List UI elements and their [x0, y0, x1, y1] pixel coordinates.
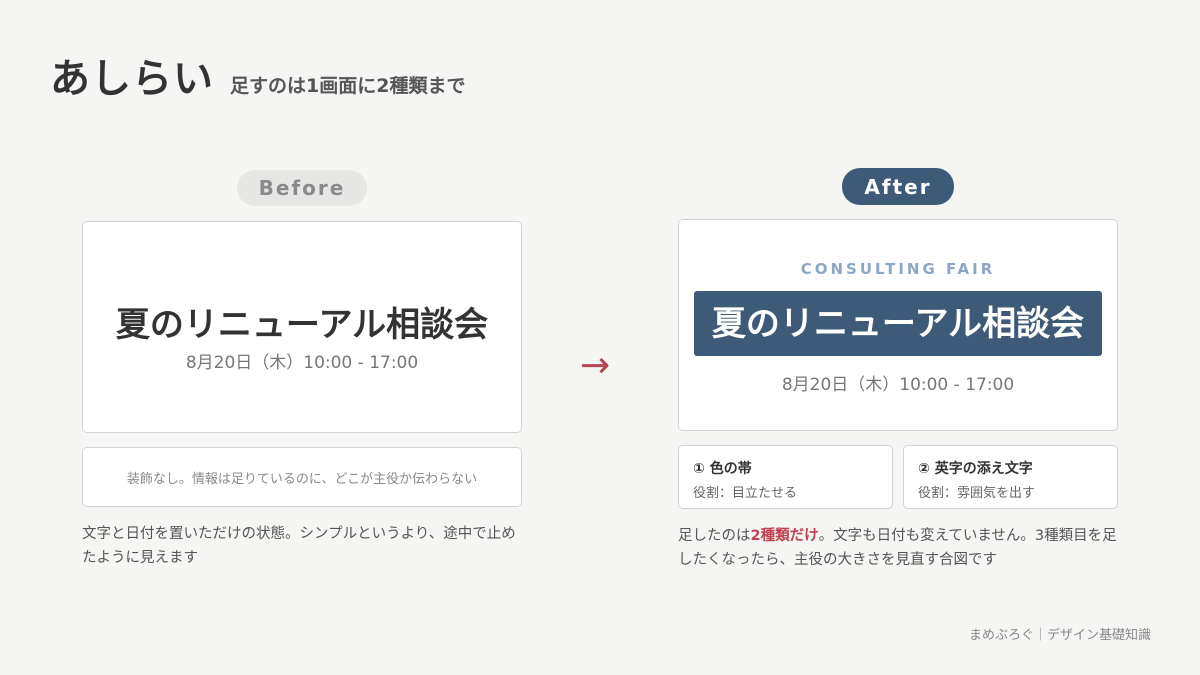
- role-card-english-text: ② 英字の添え文字 役割：雰囲気を出す: [903, 445, 1118, 509]
- header: あしらい 足すのは1画面に2種類まで: [50, 46, 465, 104]
- before-note: 装飾なし。情報は足りているのに、どこが主役か伝わらない: [82, 447, 522, 507]
- after-label: After: [842, 168, 954, 205]
- role-title: ② 英字の添え文字: [918, 461, 1033, 477]
- role-desc: 役割：雰囲気を出す: [918, 486, 1036, 501]
- after-card: CONSULTING FAIR 夏のリニューアル相談会 8月20日（木）10:0…: [678, 219, 1118, 431]
- after-card-color-band: 夏のリニューアル相談会: [694, 291, 1102, 356]
- before-card-title: 夏のリニューアル相談会: [115, 305, 489, 345]
- before-label: Before: [237, 170, 367, 206]
- role-card-color-band: ① 色の帯 役割：目立たせる: [678, 445, 893, 509]
- before-caption: 文字と日付を置いただけの状態。シンプルというより、途中で止めたように見えます: [82, 526, 516, 566]
- footer-credit: まめぶろぐ｜デザイン基礎知識: [968, 628, 1151, 643]
- role-desc: 役割：目立たせる: [693, 486, 798, 501]
- after-caption: 足したのは2種類だけ。文字も日付も変えていません。3種類目を足したくなったら、主…: [678, 524, 1123, 572]
- after-caption-highlight: 2種類だけ: [750, 528, 819, 544]
- arrow-right-icon: →: [580, 345, 611, 386]
- after-caption-pre: 足したのは: [678, 528, 751, 544]
- before-card: 夏のリニューアル相談会 8月20日（木）10:00 - 17:00: [82, 221, 522, 433]
- after-card-title: 夏のリニューアル相談会: [711, 303, 1085, 344]
- page-title: あしらい: [50, 56, 214, 102]
- role-title: ① 色の帯: [693, 461, 752, 477]
- page-subtitle: 足すのは1画面に2種類まで: [230, 75, 466, 97]
- after-card-date: 8月20日（木）10:00 - 17:00: [781, 375, 1015, 395]
- after-card-eyebrow: CONSULTING FAIR: [800, 260, 996, 278]
- before-card-date: 8月20日（木）10:00 - 17:00: [185, 353, 419, 373]
